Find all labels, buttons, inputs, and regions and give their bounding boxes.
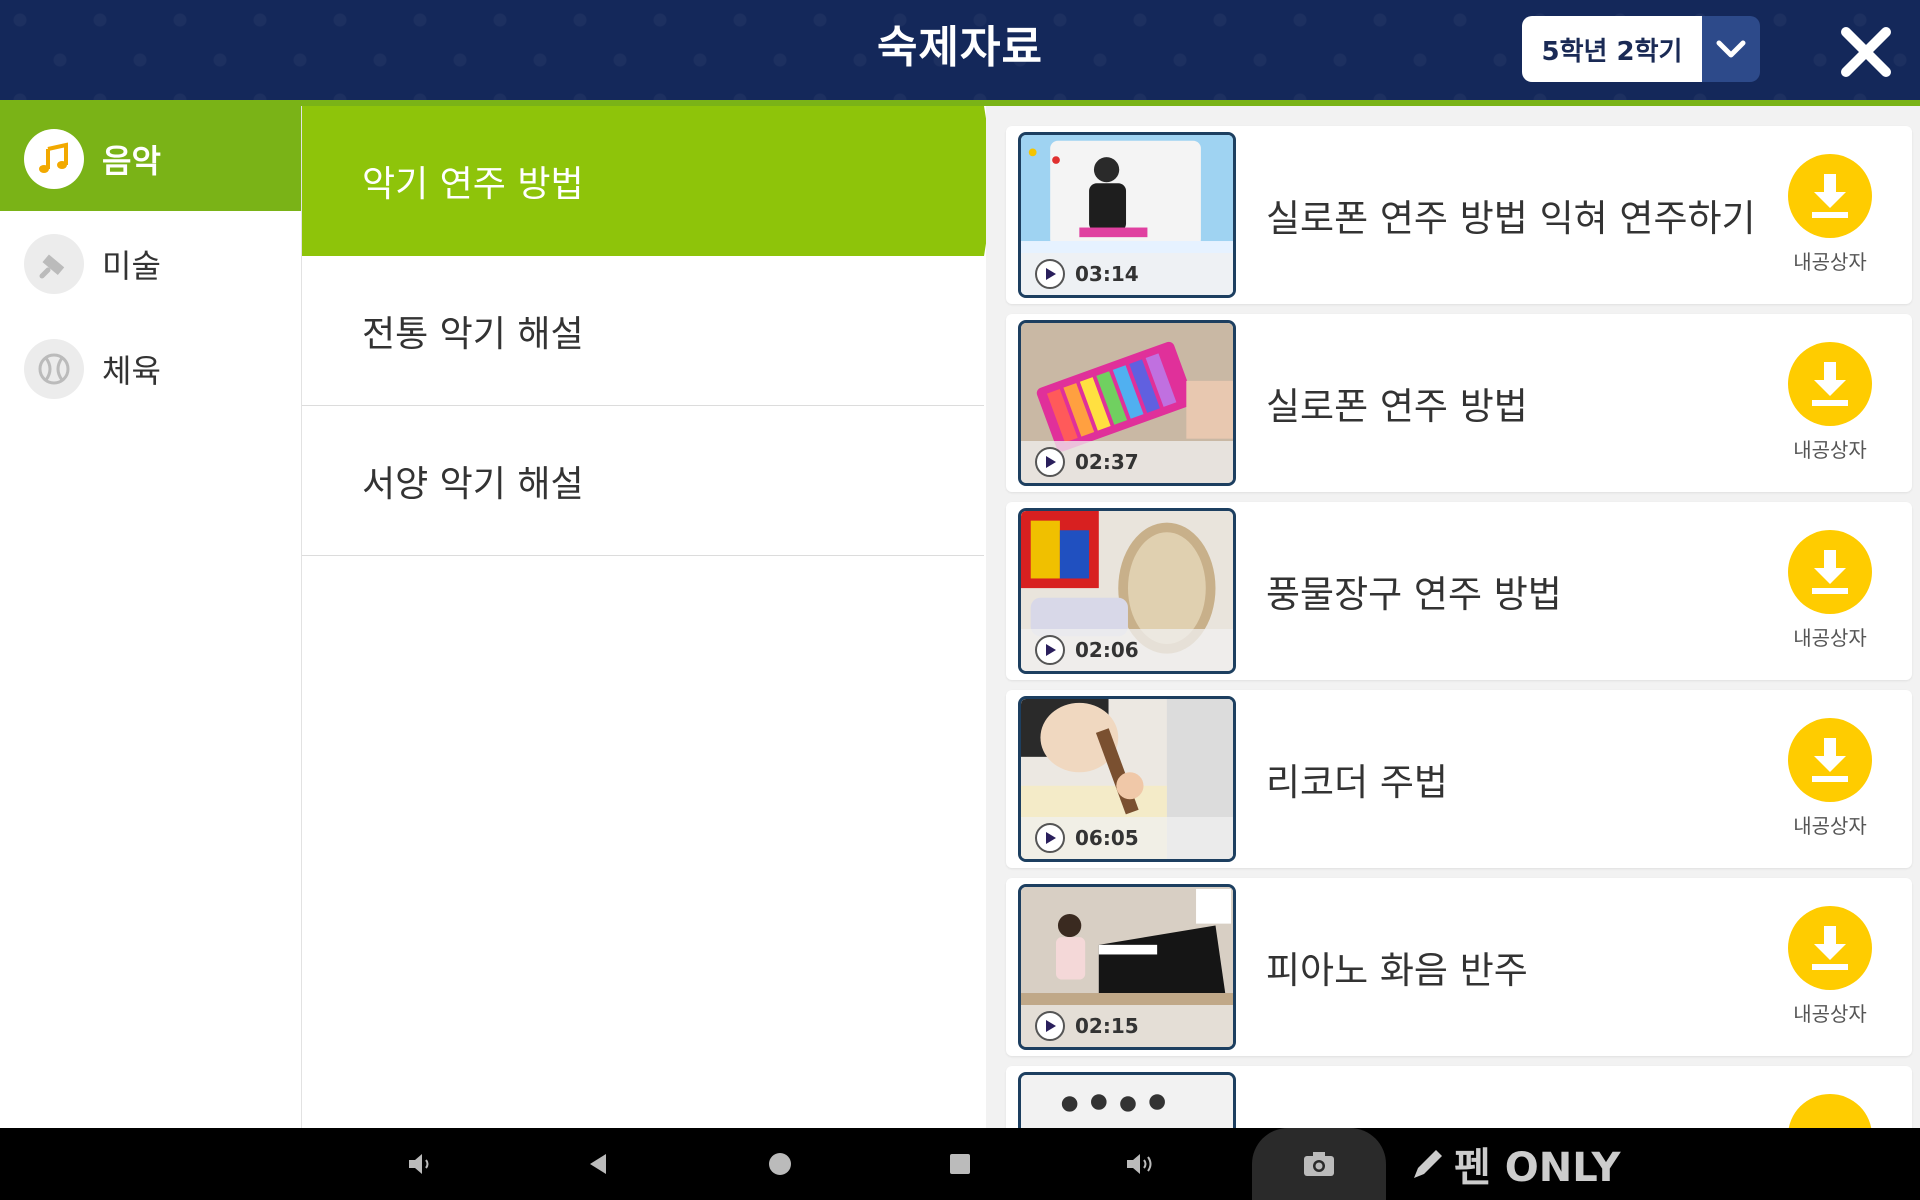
video-card[interactable]: 02:06 풍물장구 연주 방법 내공상자 [1006,502,1912,680]
volume-down-icon[interactable] [398,1142,442,1186]
video-duration: 02:15 [1075,1014,1139,1038]
play-icon[interactable] [1035,635,1065,665]
play-icon[interactable] [1035,259,1065,289]
semester-label: 5학년 2학기 [1522,16,1702,82]
video-card[interactable]: 02:15 피아노 화음 반주 내공상자 [1006,878,1912,1056]
download-button[interactable] [1778,1094,1882,1128]
video-duration: 02:06 [1075,638,1139,662]
video-title[interactable]: 실로폰 연주 방법 익혀 연주하기 [1266,188,1786,242]
video-thumbnail[interactable]: 03:14 [1018,132,1236,298]
play-icon[interactable] [1035,447,1065,477]
video-card[interactable]: 06:05 리코더 주법 내공상자 [1006,690,1912,868]
video-thumbnail[interactable]: 06:05 [1018,696,1236,862]
category-item[interactable]: 전통 악기 해설 [302,256,984,406]
back-icon[interactable] [576,1142,620,1186]
download-button[interactable]: 내공상자 [1778,154,1882,275]
video-card[interactable]: 03:14 실로폰 연주 방법 익혀 연주하기 내공상자 [1006,126,1912,304]
video-title[interactable]: 리코더 주법 [1266,752,1786,806]
recent-apps-icon[interactable] [938,1142,982,1186]
sidebar-item-music[interactable]: 음악 [0,106,301,211]
download-icon [1788,1094,1872,1128]
download-label: 내공상자 [1793,814,1867,838]
semester-selector[interactable]: 5학년 2학기 [1522,16,1760,82]
subject-sidebar: 음악 미술 체육 [0,106,302,1128]
video-title[interactable]: 피아노 화음 반주 [1266,940,1786,994]
close-icon[interactable] [1836,22,1896,82]
video-card-partial[interactable] [1006,1066,1912,1128]
screenshot-button[interactable] [1252,1128,1386,1200]
app-root: 숙제자료 5학년 2학기 음악 미술 체육 악기 연주 방법 전통 악기 해설 … [0,0,1920,1200]
sidebar-item-label: 체육 [102,351,161,390]
category-item[interactable]: 서양 악기 해설 [302,406,984,556]
download-button[interactable]: 내공상자 [1778,530,1882,651]
download-icon [1788,530,1872,614]
download-icon [1788,906,1872,990]
video-duration: 06:05 [1075,826,1139,850]
music-note-icon [24,128,84,189]
download-icon [1788,154,1872,238]
group-thumbnail [1021,1075,1233,1128]
system-navigation-bar: 펜 ONLY [0,1128,1920,1200]
video-thumbnail[interactable] [1018,1072,1236,1128]
camera-icon [1304,1152,1334,1176]
download-icon [1788,718,1872,802]
ball-icon [24,338,84,399]
duration-bar: 03:14 [1021,253,1233,295]
download-label: 내공상자 [1793,1002,1867,1026]
duration-bar: 02:06 [1021,629,1233,671]
sidebar-item-pe[interactable]: 체육 [0,316,301,421]
play-icon[interactable] [1035,823,1065,853]
category-item[interactable]: 악기 연주 방법 [302,106,996,256]
video-thumbnail[interactable]: 02:06 [1018,508,1236,674]
download-label: 내공상자 [1793,438,1867,462]
volume-up-icon[interactable] [1118,1142,1162,1186]
download-button[interactable]: 내공상자 [1778,906,1882,1027]
download-icon [1788,342,1872,426]
paint-brush-icon [24,233,84,294]
pen-only-label: 펜 ONLY [1454,1145,1621,1191]
video-thumbnail[interactable]: 02:15 [1018,884,1236,1050]
video-duration: 03:14 [1075,262,1139,286]
sidebar-item-label: 미술 [102,246,161,285]
sidebar-item-label: 음악 [102,141,161,180]
video-title[interactable]: 풍물장구 연주 방법 [1266,564,1786,618]
video-list: 03:14 실로폰 연주 방법 익혀 연주하기 내공상자 02:37 실로폰 연… [986,106,1920,1128]
pen-only-toggle[interactable]: 펜 ONLY [1408,1128,1620,1200]
duration-bar: 02:37 [1021,441,1233,483]
play-icon[interactable] [1035,1011,1065,1041]
video-title[interactable]: 실로폰 연주 방법 [1266,376,1786,430]
chevron-down-icon[interactable] [1702,16,1760,82]
video-duration: 02:37 [1075,450,1139,474]
home-icon[interactable] [758,1142,802,1186]
duration-bar: 06:05 [1021,817,1233,859]
download-button[interactable]: 내공상자 [1778,718,1882,839]
download-label: 내공상자 [1793,250,1867,274]
download-label: 내공상자 [1793,626,1867,650]
pen-icon [1414,1150,1442,1178]
category-list: 악기 연주 방법 전통 악기 해설 서양 악기 해설 [302,106,996,1128]
video-card[interactable]: 02:37 실로폰 연주 방법 내공상자 [1006,314,1912,492]
sidebar-item-art[interactable]: 미술 [0,211,301,316]
download-button[interactable]: 내공상자 [1778,342,1882,463]
duration-bar: 02:15 [1021,1005,1233,1047]
video-thumbnail[interactable]: 02:37 [1018,320,1236,486]
